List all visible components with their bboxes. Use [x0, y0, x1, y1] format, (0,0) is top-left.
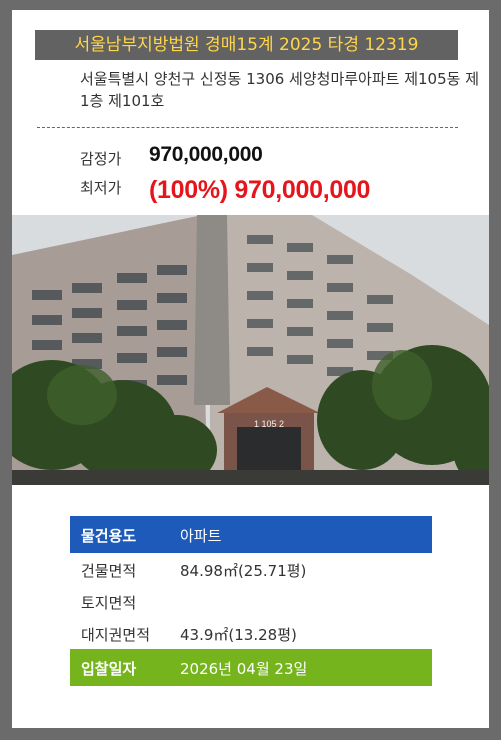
land-right-value: 43.9㎡(13.28평) — [180, 626, 297, 644]
appraisal-label: 감정가 — [80, 150, 122, 168]
row-bid-date: 입찰일자 2026년 04월 23일 — [70, 649, 432, 686]
appraisal-value: 970,000,000 — [149, 143, 263, 166]
building-area-value: 84.98㎡(25.71평) — [180, 562, 307, 580]
row-land-right-area: 대지권면적 43.9㎡(13.28평) — [70, 617, 432, 649]
usage-label: 물건용도 — [81, 527, 137, 545]
land-area-label: 토지면적 — [81, 594, 137, 612]
property-photo: 1 105 2 — [12, 215, 489, 485]
row-usage: 물건용도 아파트 — [70, 516, 432, 553]
bid-date-value: 2026년 04월 23일 — [180, 660, 308, 678]
usage-value: 아파트 — [180, 527, 222, 545]
min-price-value: (100%) 970,000,000 — [149, 176, 371, 204]
row-land-area: 토지면적 — [70, 585, 432, 617]
case-title-banner: 서울남부지방법원 경매15계 2025 타경 12319 — [35, 30, 458, 60]
min-price-label: 최저가 — [80, 179, 122, 197]
building-sign: 1 105 2 — [254, 419, 284, 429]
property-address: 서울특별시 양천구 신정동 1306 세양청마루아파트 제105동 제1층 제1… — [80, 70, 480, 110]
bid-date-label: 입찰일자 — [81, 660, 137, 678]
divider — [37, 127, 458, 128]
land-right-label: 대지권면적 — [81, 626, 151, 644]
building-area-label: 건물면적 — [81, 562, 137, 580]
row-building-area: 건물면적 84.98㎡(25.71평) — [70, 553, 432, 585]
auction-card: 서울남부지방법원 경매15계 2025 타경 12319 서울특별시 양천구 신… — [12, 10, 489, 728]
property-info-table: 물건용도 아파트 건물면적 84.98㎡(25.71평) 토지면적 대지권면적 … — [70, 516, 432, 686]
